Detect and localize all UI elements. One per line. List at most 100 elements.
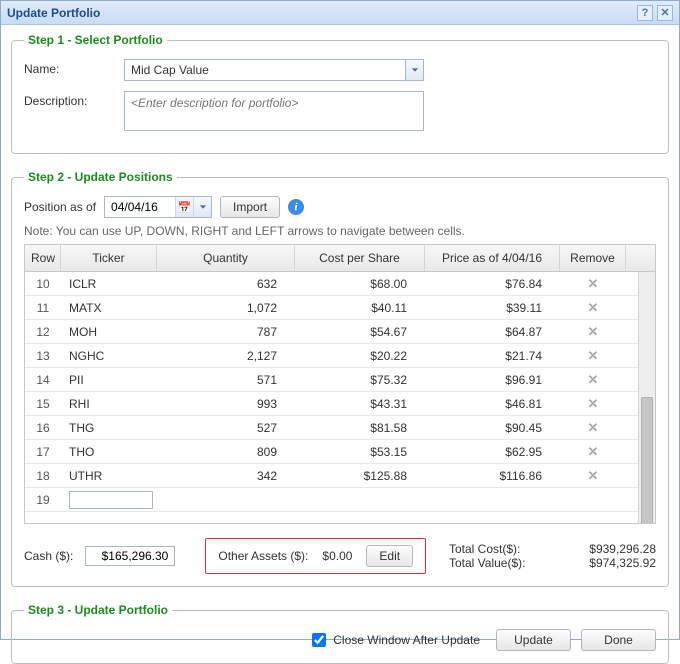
col-row-header[interactable]: Row xyxy=(25,245,61,271)
cell-quantity[interactable]: 632 xyxy=(157,277,295,291)
cell-remove: ✕ xyxy=(560,395,626,413)
table-row-empty[interactable]: 19 xyxy=(25,488,638,512)
cell-quantity[interactable]: 787 xyxy=(157,325,295,339)
table-row[interactable]: 10ICLR632$68.00$76.84 ✕ xyxy=(25,272,638,296)
col-cost-header[interactable]: Cost per Share xyxy=(295,245,425,271)
cell-price[interactable]: $90.45 xyxy=(425,421,560,435)
portfolio-select-value: Mid Cap Value xyxy=(131,63,209,77)
remove-row-icon[interactable]: ✕ xyxy=(584,299,602,317)
done-button[interactable]: Done xyxy=(581,629,656,651)
cell-ticker[interactable]: RHI xyxy=(61,397,157,411)
cell-ticker[interactable]: THO xyxy=(61,445,157,459)
cell-cost[interactable]: $81.58 xyxy=(295,421,425,435)
cell-price[interactable]: $62.95 xyxy=(425,445,560,459)
cell-price[interactable]: $46.81 xyxy=(425,397,560,411)
total-value-value: $974,325.92 xyxy=(566,556,656,570)
cell-cost[interactable]: $43.31 xyxy=(295,397,425,411)
update-button[interactable]: Update xyxy=(496,629,571,651)
cell-remove: ✕ xyxy=(560,275,626,293)
cell-price[interactable]: $96.91 xyxy=(425,373,560,387)
cell-remove: ✕ xyxy=(560,299,626,317)
cash-label: Cash ($): xyxy=(24,549,73,563)
other-assets-box: Other Assets ($): $0.00 Edit xyxy=(205,538,426,574)
cell-remove: ✕ xyxy=(560,467,626,485)
total-cost-label: Total Cost($): xyxy=(449,542,544,556)
col-ticker-header[interactable]: Ticker xyxy=(61,245,157,271)
cell-price[interactable]: $64.87 xyxy=(425,325,560,339)
cell-ticker[interactable]: NGHC xyxy=(61,349,157,363)
table-row[interactable]: 16THG527$81.58$90.45✕ xyxy=(25,416,638,440)
remove-row-icon[interactable]: ✕ xyxy=(584,419,602,437)
cell-cost[interactable]: $125.88 xyxy=(295,469,425,483)
remove-row-icon[interactable]: ✕ xyxy=(584,347,602,365)
col-quantity-header[interactable]: Quantity xyxy=(157,245,295,271)
import-button[interactable]: Import xyxy=(220,196,280,218)
cell-cost[interactable]: $40.11 xyxy=(295,301,425,315)
remove-row-icon[interactable]: ✕ xyxy=(584,323,602,341)
table-row[interactable]: 15RHI993$43.31$46.81 ✕ xyxy=(25,392,638,416)
cell-quantity[interactable]: 571 xyxy=(157,373,295,387)
table-row[interactable]: 12MOH787$54.67$64.87✕ xyxy=(25,320,638,344)
step1-legend: Step 1 - Select Portfolio xyxy=(24,33,167,47)
row-number: 10 xyxy=(25,277,61,291)
cell-remove: ✕ xyxy=(560,323,626,341)
cell-quantity[interactable]: 2,127 xyxy=(157,349,295,363)
help-icon[interactable]: ? xyxy=(637,5,653,21)
step1-fieldset: Step 1 - Select Portfolio Name: Mid Cap … xyxy=(11,33,669,154)
cell-quantity[interactable]: 1,072 xyxy=(157,301,295,315)
remove-row-icon[interactable]: ✕ xyxy=(584,395,602,413)
close-after-update-checkbox[interactable] xyxy=(312,633,326,647)
calendar-icon[interactable]: 📅 xyxy=(175,197,193,217)
cell-cost[interactable]: $53.15 xyxy=(295,445,425,459)
cell-ticker[interactable]: ICLR xyxy=(61,277,157,291)
col-remove-header[interactable]: Remove xyxy=(560,245,626,271)
cell-quantity[interactable]: 342 xyxy=(157,469,295,483)
remove-row-icon[interactable]: ✕ xyxy=(584,275,602,293)
cell-ticker[interactable]: MOH xyxy=(61,325,157,339)
table-row[interactable]: 17THO809$53.15$62.95✕ xyxy=(25,440,638,464)
remove-row-icon[interactable]: ✕ xyxy=(584,371,602,389)
remove-row-icon[interactable]: ✕ xyxy=(584,443,602,461)
row-number: 15 xyxy=(25,397,61,411)
cell-price[interactable]: $21.74 xyxy=(425,349,560,363)
edit-other-assets-button[interactable]: Edit xyxy=(366,545,413,567)
table-row[interactable]: 11MATX1,072$40.11$39.11✕ xyxy=(25,296,638,320)
table-row[interactable]: 18UTHR342$125.88$116.86✕ xyxy=(25,464,638,488)
info-icon[interactable]: i xyxy=(288,199,304,215)
col-price-header[interactable]: Price as of 4/04/16 xyxy=(425,245,560,271)
cell-price[interactable]: $76.84 xyxy=(425,277,560,291)
cell-quantity[interactable]: 993 xyxy=(157,397,295,411)
description-textarea[interactable] xyxy=(124,91,424,131)
table-row[interactable]: 14PII571$75.32$96.91 ✕ xyxy=(25,368,638,392)
row-number: 14 xyxy=(25,373,61,387)
close-icon[interactable]: ✕ xyxy=(657,5,673,21)
cell-cost[interactable]: $20.22 xyxy=(295,349,425,363)
scrollbar-thumb[interactable] xyxy=(641,397,653,523)
remove-row-icon[interactable]: ✕ xyxy=(584,467,602,485)
cell-cost[interactable]: $75.32 xyxy=(295,373,425,387)
cell-cost[interactable]: $54.67 xyxy=(295,325,425,339)
portfolio-select[interactable]: Mid Cap Value xyxy=(124,59,424,81)
positions-grid: Row Ticker Quantity Cost per Share Price… xyxy=(24,244,656,524)
table-row[interactable]: 13NGHC2,127$20.22$21.74✕ xyxy=(25,344,638,368)
cell-ticker[interactable]: PII xyxy=(61,373,157,387)
cell-cost[interactable]: $68.00 xyxy=(295,277,425,291)
position-date-input[interactable] xyxy=(105,197,175,217)
position-date-field[interactable]: 📅 xyxy=(104,196,212,218)
cell-ticker[interactable]: MATX xyxy=(61,301,157,315)
grid-header: Row Ticker Quantity Cost per Share Price… xyxy=(25,245,655,272)
close-after-update-label: Close Window After Update xyxy=(333,633,480,647)
position-asof-label: Position as of xyxy=(24,200,96,214)
cell-ticker[interactable] xyxy=(61,491,157,509)
cell-quantity[interactable]: 527 xyxy=(157,421,295,435)
grid-scrollbar[interactable] xyxy=(638,272,655,523)
new-ticker-input[interactable] xyxy=(69,491,153,509)
cell-price[interactable]: $39.11 xyxy=(425,301,560,315)
chevron-down-icon[interactable] xyxy=(193,197,211,217)
cell-ticker[interactable]: THG xyxy=(61,421,157,435)
cash-input[interactable] xyxy=(85,546,175,566)
cell-quantity[interactable]: 809 xyxy=(157,445,295,459)
cell-ticker[interactable]: UTHR xyxy=(61,469,157,483)
cell-price[interactable]: $116.86 xyxy=(425,469,560,483)
close-after-update-wrap[interactable]: Close Window After Update xyxy=(308,630,480,650)
